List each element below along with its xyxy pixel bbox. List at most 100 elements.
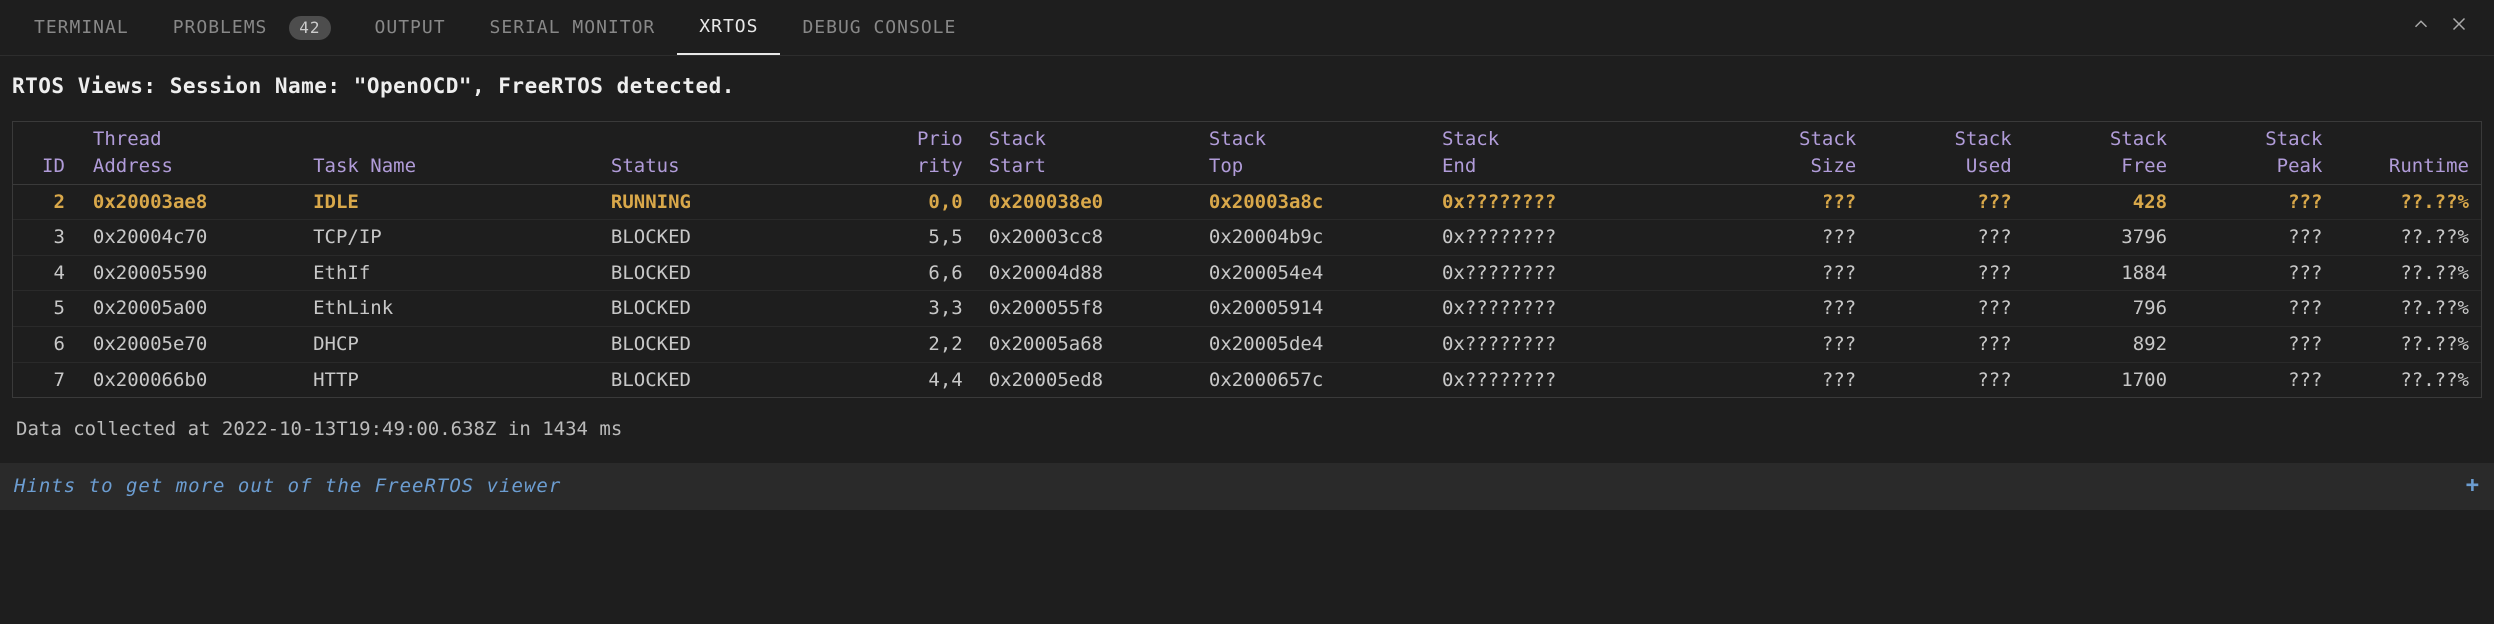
cell-task-name: IDLE [303,184,601,220]
header-stack-start[interactable]: Stack [979,122,1199,153]
table-row[interactable]: 30x20004c70TCP/IPBLOCKED5,50x20003cc80x2… [13,220,2481,256]
header-top[interactable]: Top [1199,153,1432,184]
cell-stack-start: 0x20004d88 [979,255,1199,291]
cell-runtime: ??.??% [2338,220,2481,256]
tab-output[interactable]: OUTPUT [353,1,468,54]
cell-status: BLOCKED [601,220,886,256]
header-peak[interactable]: Peak [2183,153,2338,184]
cell-stack-end: 0x???????? [1432,291,1717,327]
cell-status: RUNNING [601,184,886,220]
cell-stack-used: ??? [1872,326,2027,362]
cell-priority: 4,4 [886,362,979,397]
header-runtime[interactable]: Runtime [2338,153,2481,184]
cell-stack-peak: ??? [2183,362,2338,397]
collection-timestamp: Data collected at 2022-10-13T19:49:00.63… [16,416,2482,443]
cell-stack-free: 1884 [2028,255,2183,291]
cell-address: 0x20005e70 [83,326,303,362]
cell-runtime: ??.??% [2338,326,2481,362]
cell-task-name: HTTP [303,362,601,397]
cell-stack-end: 0x???????? [1432,255,1717,291]
tab-problems[interactable]: PROBLEMS 42 [151,1,353,54]
table-row[interactable]: 60x20005e70DHCPBLOCKED2,20x20005a680x200… [13,326,2481,362]
cell-priority: 2,2 [886,326,979,362]
cell-address: 0x200066b0 [83,362,303,397]
cell-stack-peak: ??? [2183,220,2338,256]
chevron-up-icon[interactable] [2410,13,2432,43]
cell-runtime: ??.??% [2338,291,2481,327]
cell-status: BLOCKED [601,362,886,397]
panel-tab-bar: TERMINAL PROBLEMS 42 OUTPUT SERIAL MONIT… [0,0,2494,56]
cell-runtime: ??.??% [2338,255,2481,291]
cell-address: 0x20003ae8 [83,184,303,220]
header-prio[interactable]: Prio [886,122,979,153]
cell-stack-peak: ??? [2183,291,2338,327]
cell-stack-peak: ??? [2183,326,2338,362]
table-row[interactable]: 70x200066b0HTTPBLOCKED4,40x20005ed80x200… [13,362,2481,397]
cell-stack-start: 0x200055f8 [979,291,1199,327]
cell-status: BLOCKED [601,255,886,291]
header-rity[interactable]: rity [886,153,979,184]
cell-task-name: TCP/IP [303,220,601,256]
tab-serial-monitor[interactable]: SERIAL MONITOR [468,1,678,54]
cell-id: 7 [13,362,83,397]
cell-id: 4 [13,255,83,291]
header-stack-size[interactable]: Stack [1717,122,1872,153]
cell-stack-top: 0x20003a8c [1199,184,1432,220]
hints-expand-icon[interactable]: + [2466,471,2480,502]
cell-address: 0x20005590 [83,255,303,291]
cell-task-name: DHCP [303,326,601,362]
header-size[interactable]: Size [1717,153,1872,184]
cell-runtime: ??.??% [2338,184,2481,220]
cell-status: BLOCKED [601,291,886,327]
cell-stack-size: ??? [1717,220,1872,256]
header-status[interactable]: Status [601,153,886,184]
cell-stack-used: ??? [1872,291,2027,327]
table-row[interactable]: 50x20005a00EthLinkBLOCKED3,30x200055f80x… [13,291,2481,327]
cell-stack-size: ??? [1717,362,1872,397]
tab-debug-console[interactable]: DEBUG CONSOLE [780,1,978,54]
table-row[interactable]: 40x20005590EthIfBLOCKED6,60x20004d880x20… [13,255,2481,291]
cell-priority: 3,3 [886,291,979,327]
cell-stack-end: 0x???????? [1432,326,1717,362]
header-stack-end[interactable]: Stack [1432,122,1717,153]
hints-bar[interactable]: Hints to get more out of the FreeRTOS vi… [0,463,2494,510]
tab-terminal[interactable]: TERMINAL [12,1,151,54]
cell-address: 0x20005a00 [83,291,303,327]
header-used[interactable]: Used [1872,153,2027,184]
table-row[interactable]: 20x20003ae8IDLERUNNING0,00x200038e00x200… [13,184,2481,220]
header-task-name[interactable]: Task Name [303,153,601,184]
cell-address: 0x20004c70 [83,220,303,256]
header-address[interactable]: Address [83,153,303,184]
cell-stack-size: ??? [1717,291,1872,327]
cell-stack-free: 892 [2028,326,2183,362]
cell-stack-top: 0x20004b9c [1199,220,1432,256]
header-start[interactable]: Start [979,153,1199,184]
cell-stack-used: ??? [1872,220,2027,256]
header-stack-used[interactable]: Stack [1872,122,2027,153]
cell-stack-top: 0x200054e4 [1199,255,1432,291]
cell-stack-free: 428 [2028,184,2183,220]
cell-id: 2 [13,184,83,220]
cell-stack-start: 0x20005ed8 [979,362,1199,397]
cell-stack-used: ??? [1872,184,2027,220]
cell-id: 3 [13,220,83,256]
header-thread[interactable]: Thread [83,122,303,153]
rtos-heading: RTOS Views: Session Name: "OpenOCD", Fre… [12,72,2482,101]
header-id[interactable]: ID [13,153,83,184]
header-free[interactable]: Free [2028,153,2183,184]
tab-problems-label: PROBLEMS [173,17,268,38]
cell-stack-end: 0x???????? [1432,184,1717,220]
header-stack-top[interactable]: Stack [1199,122,1432,153]
cell-stack-free: 1700 [2028,362,2183,397]
tab-xrtos[interactable]: XRTOS [677,0,780,55]
rtos-panel: RTOS Views: Session Name: "OpenOCD", Fre… [0,56,2494,463]
header-stack-free[interactable]: Stack [2028,122,2183,153]
header-stack-peak[interactable]: Stack [2183,122,2338,153]
header-end[interactable]: End [1432,153,1717,184]
cell-priority: 6,6 [886,255,979,291]
cell-stack-top: 0x20005914 [1199,291,1432,327]
cell-stack-size: ??? [1717,184,1872,220]
close-icon[interactable] [2448,13,2470,43]
cell-task-name: EthIf [303,255,601,291]
cell-stack-top: 0x2000657c [1199,362,1432,397]
